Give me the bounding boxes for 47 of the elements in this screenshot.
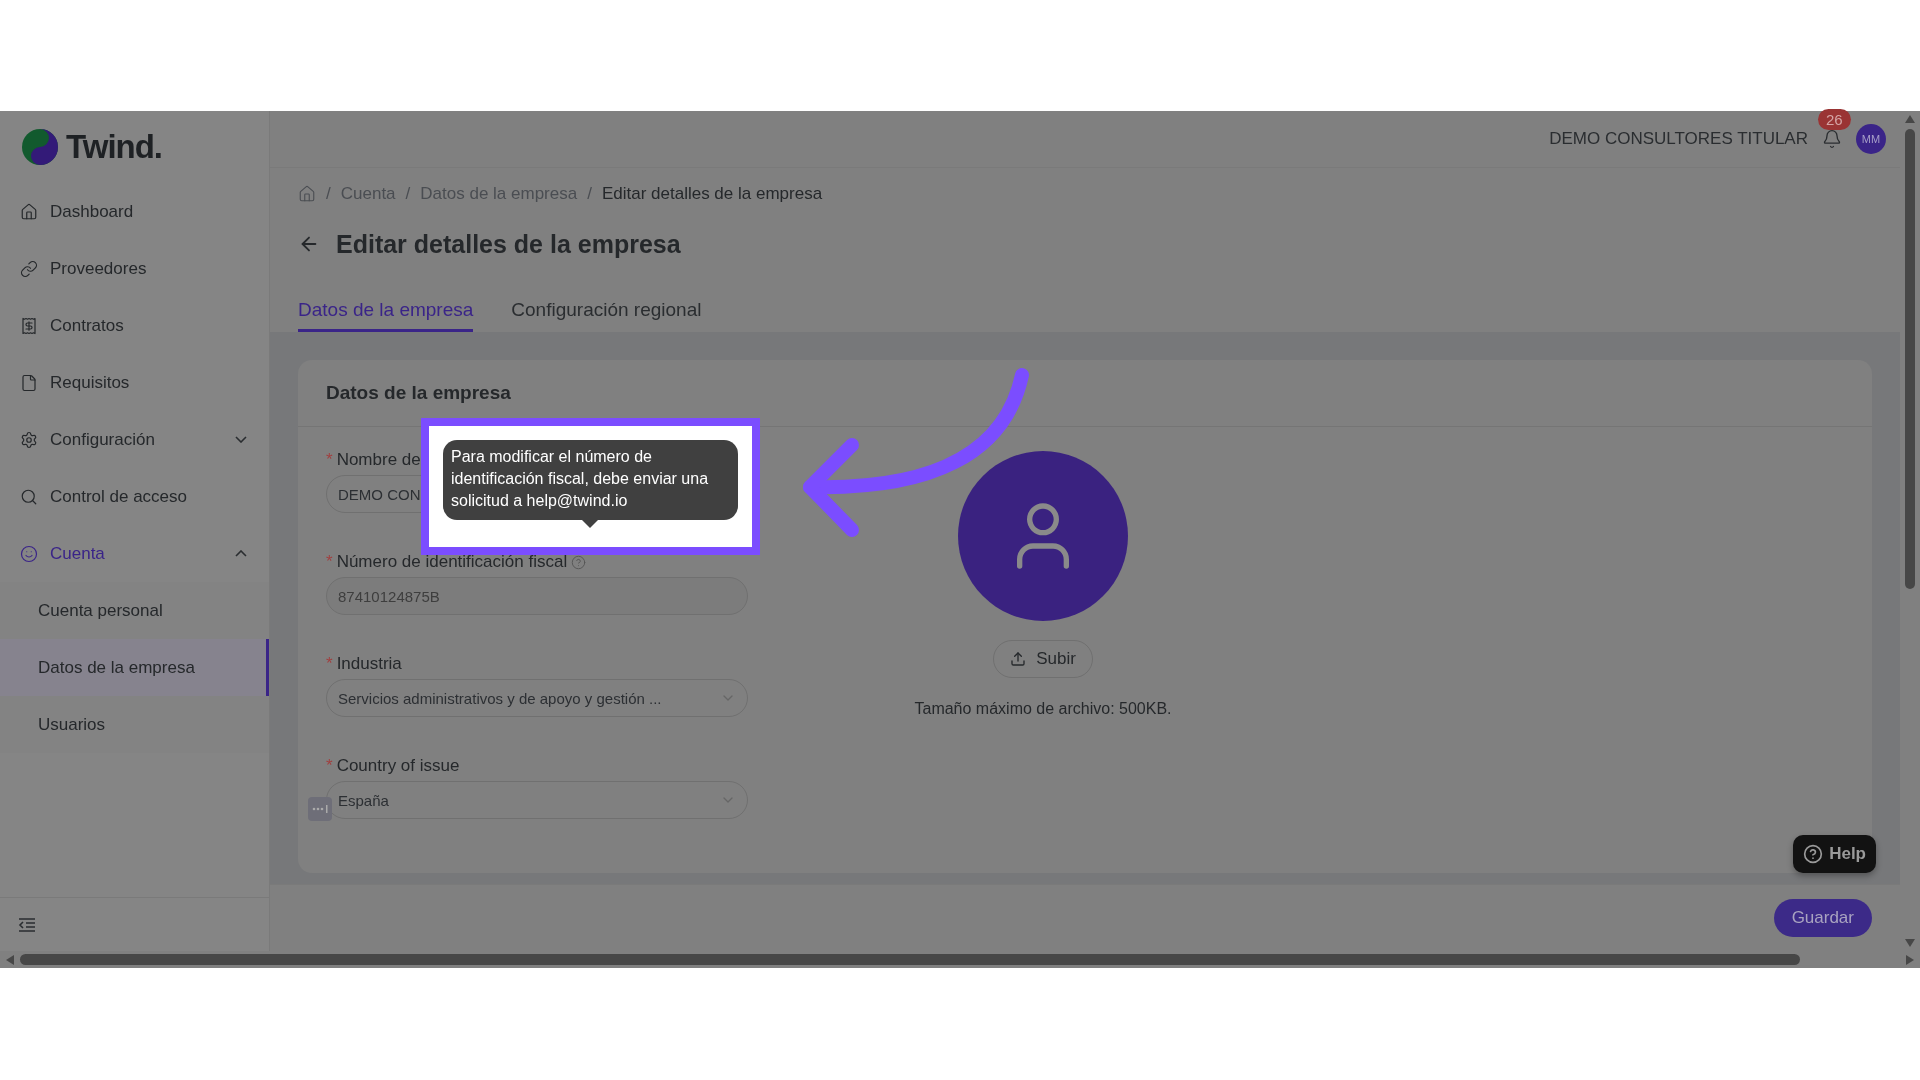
home-icon [20,202,38,221]
breadcrumb-separator: / [405,184,411,204]
field-label: Nombre de [336,450,421,470]
user-avatar[interactable]: MM [1856,124,1886,154]
upload-icon [1010,651,1027,667]
breadcrumb-separator: / [326,184,331,204]
sidebar-item[interactable]: Control de acceso [0,468,269,525]
breadcrumb-separator: / [587,184,592,204]
sidebar-item[interactable]: Requisitos [0,354,269,411]
field-label: Country of issue [336,756,460,776]
help-button[interactable]: Help [1793,835,1876,873]
required-mark: * [326,450,333,470]
receipt-icon [20,316,38,335]
scroll-left-icon[interactable] [6,954,14,965]
required-mark: * [326,654,333,674]
field-label: Industria [336,654,402,674]
sidebar-item[interactable]: Datos de la empresa [0,639,269,696]
logo-icon [20,127,60,167]
bell-icon[interactable] [1822,129,1842,149]
home-icon[interactable] [298,185,316,203]
collapse-menu-icon[interactable] [18,916,36,933]
scroll-right-icon[interactable] [1906,954,1914,965]
card-title: Datos de la empresa [326,382,511,404]
tooltip: Para modificar el número de identificación fiscal, debe enviar una solicitud a help@twind.io [443,440,738,520]
scroll-down-icon[interactable] [1905,939,1915,947]
file-size-note: Tamaño máximo de archivo: 500KB. [914,700,1172,718]
search-icon [20,487,38,506]
sidebar-item[interactable]: Contratos [0,297,269,354]
smiley-icon [20,544,38,563]
link-icon [20,259,38,278]
sidebar-item[interactable]: Cuenta [0,525,269,582]
notification-badge: 26 [1818,109,1851,130]
settings-icon [20,430,38,449]
sidebar-item[interactable]: Configuración [0,411,269,468]
brand-name: Twind. [66,128,163,166]
help-icon [1803,844,1824,864]
sidebar-item[interactable]: Proveedores [0,240,269,297]
company-name: DEMO CONSULTORES TITULAR [1549,129,1808,149]
tab[interactable]: Configuración regional [511,299,702,332]
scroll-up-icon[interactable] [1905,115,1915,123]
save-button[interactable]: Guardar [1773,899,1872,937]
required-mark: * [326,552,333,572]
page-title: Editar detalles de la empresa [336,229,681,259]
file-icon [20,373,38,392]
required-mark: * [326,756,333,776]
field-label: Número de identificación fiscal [336,552,568,572]
sidebar-item[interactable]: Dashboard [0,183,269,240]
